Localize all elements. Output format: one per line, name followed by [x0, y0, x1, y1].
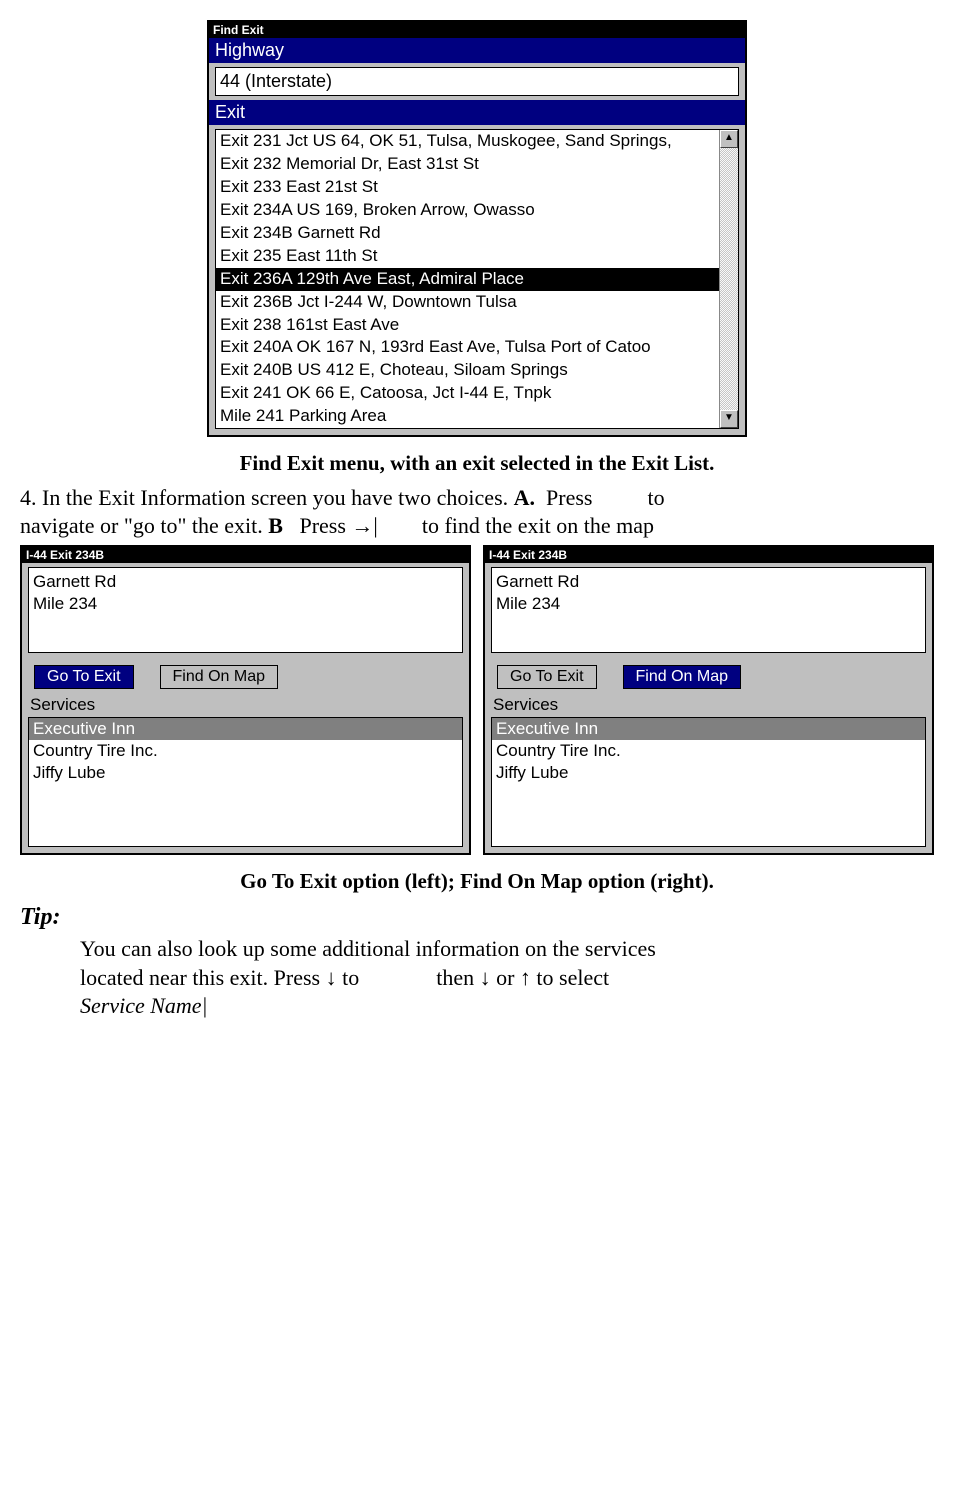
exit-info-area-left: Garnett Rd Mile 234	[28, 567, 463, 653]
go-to-exit-button[interactable]: Go To Exit	[34, 665, 134, 689]
step4-part1: 4. In the Exit Information screen you ha…	[20, 485, 514, 510]
scroll-down-icon[interactable]: ▼	[720, 410, 738, 428]
info-line1: Garnett Rd	[33, 571, 458, 593]
list-item[interactable]: Exit 236A 129th Ave East, Admiral Place	[216, 268, 738, 291]
scroll-up-icon[interactable]: ▲	[720, 130, 738, 148]
step4-part2b: Press →| to find the exit on the map	[288, 513, 654, 538]
services-list-right[interactable]: Executive InnCountry Tire Inc.Jiffy Lube	[491, 717, 926, 847]
list-item[interactable]: Exit 234A US 169, Broken Arrow, Owasso	[216, 199, 738, 222]
list-item[interactable]: Exit 236B Jct I-244 W, Downtown Tulsa	[216, 291, 738, 314]
highway-header: Highway	[209, 38, 745, 63]
exit-list[interactable]: Exit 231 Jct US 64, OK 51, Tulsa, Muskog…	[215, 129, 739, 429]
panel-title-right: I-44 Exit 234B	[485, 547, 932, 563]
exit-info-area-right: Garnett Rd Mile 234	[491, 567, 926, 653]
list-item[interactable]: Exit 238 161st East Ave	[216, 314, 738, 337]
service-item[interactable]: Country Tire Inc.	[29, 740, 462, 762]
exit-info-right: I-44 Exit 234B Garnett Rd Mile 234 Go To…	[483, 545, 934, 855]
list-item[interactable]: Exit 233 East 21st St	[216, 176, 738, 199]
services-list-left[interactable]: Executive InnCountry Tire Inc.Jiffy Lube	[28, 717, 463, 847]
tip-line2: located near this exit. Press ↓ to then …	[80, 965, 609, 990]
tip-body: You can also look up some additional inf…	[80, 935, 934, 1021]
list-item[interactable]: Exit 241 OK 66 E, Catoosa, Jct I-44 E, T…	[216, 382, 738, 405]
find-on-map-button[interactable]: Find On Map	[160, 665, 278, 689]
tip-line1: You can also look up some additional inf…	[80, 936, 656, 961]
exit-info-left: I-44 Exit 234B Garnett Rd Mile 234 Go To…	[20, 545, 471, 855]
find-exit-window: Find Exit Highway 44 (Interstate) Exit E…	[207, 20, 747, 437]
list-item[interactable]: Exit 231 Jct US 64, OK 51, Tulsa, Muskog…	[216, 130, 738, 153]
step4-a-tail: Press to	[541, 485, 665, 510]
services-label-right: Services	[485, 693, 932, 715]
list-item[interactable]: Exit 234B Garnett Rd	[216, 222, 738, 245]
service-item[interactable]: Country Tire Inc.	[492, 740, 925, 762]
list-item[interactable]: Mile 241 Parking Area	[216, 405, 738, 428]
scrollbar[interactable]: ▲ ▼	[719, 130, 738, 428]
step-4-text: 4. In the Exit Information screen you ha…	[20, 484, 934, 539]
find-on-map-button-r[interactable]: Find On Map	[623, 665, 741, 689]
go-to-exit-button-r[interactable]: Go To Exit	[497, 665, 597, 689]
list-item[interactable]: Exit 240A OK 167 N, 193rd East Ave, Tuls…	[216, 336, 738, 359]
panel-title-left: I-44 Exit 234B	[22, 547, 469, 563]
step4-b-label: B	[268, 513, 283, 538]
service-item[interactable]: Executive Inn	[29, 718, 462, 740]
services-label-left: Services	[22, 693, 469, 715]
list-item[interactable]: Exit 235 East 11th St	[216, 245, 738, 268]
info-line2-r: Mile 234	[496, 593, 921, 615]
step4-a-label: A.	[514, 485, 535, 510]
service-item[interactable]: Jiffy Lube	[29, 762, 462, 784]
list-item[interactable]: Exit 240B US 412 E, Choteau, Siloam Spri…	[216, 359, 738, 382]
exit-info-panels: I-44 Exit 234B Garnett Rd Mile 234 Go To…	[20, 545, 934, 855]
highway-field[interactable]: 44 (Interstate)	[215, 67, 739, 96]
service-item[interactable]: Jiffy Lube	[492, 762, 925, 784]
service-item[interactable]: Executive Inn	[492, 718, 925, 740]
exit-header: Exit	[209, 100, 745, 125]
tip-line3: Service Name|	[80, 993, 208, 1018]
info-line1-r: Garnett Rd	[496, 571, 921, 593]
list-item[interactable]: Exit 232 Memorial Dr, East 31st St	[216, 153, 738, 176]
step4-part2a: navigate or "go to" the exit.	[20, 513, 268, 538]
figure-caption-2: Go To Exit option (left); Find On Map op…	[20, 869, 934, 894]
info-line2: Mile 234	[33, 593, 458, 615]
tip-heading: Tip:	[20, 904, 934, 931]
window-title: Find Exit	[209, 22, 745, 38]
figure-caption-1: Find Exit menu, with an exit selected in…	[20, 451, 934, 476]
